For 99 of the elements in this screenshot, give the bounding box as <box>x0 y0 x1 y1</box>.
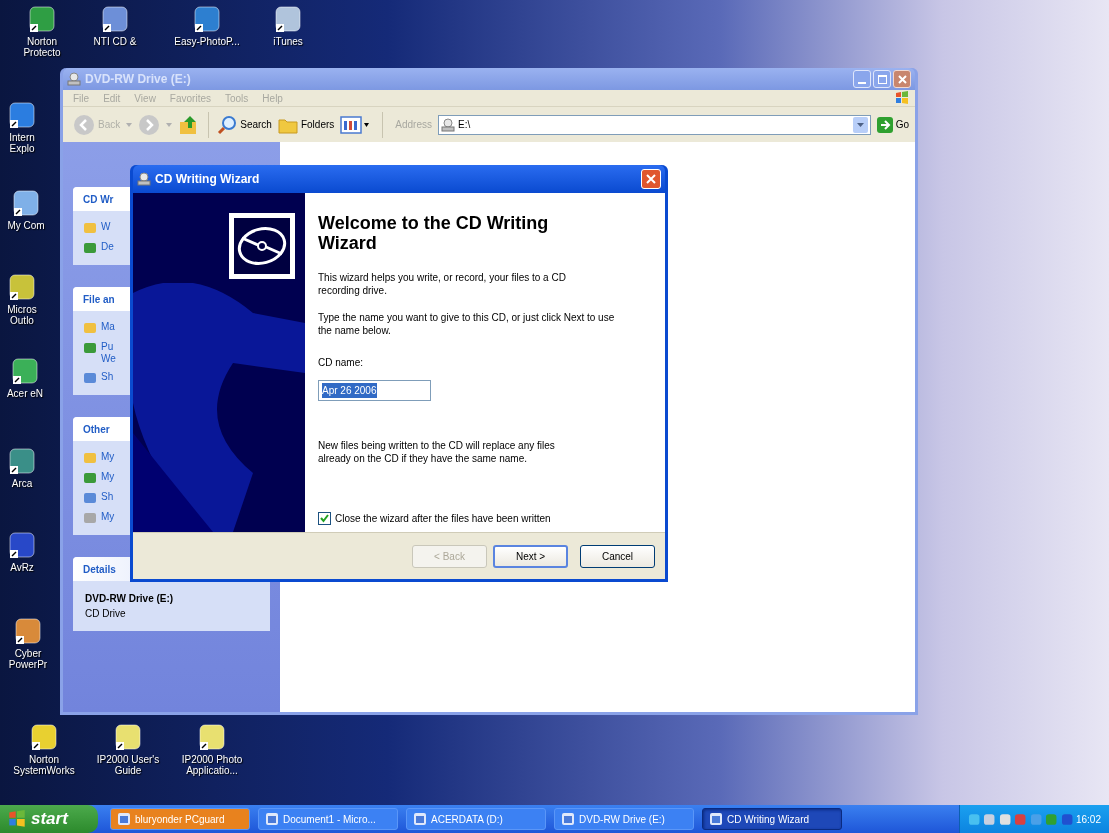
window-icon <box>413 812 427 826</box>
program-icon <box>11 188 41 218</box>
task-icon <box>83 321 97 335</box>
section-title[interactable]: Details <box>83 561 116 577</box>
task-icon <box>83 371 97 385</box>
warning-text: New files being written to the CD will replace any files already on the CD if they have the same name. <box>318 439 556 465</box>
program-icon <box>7 100 37 130</box>
close-button[interactable] <box>893 70 911 88</box>
caret-icon <box>856 122 864 127</box>
desktop-icon-label[interactable]: Norton Protecto <box>23 36 61 58</box>
program-icon <box>7 446 37 476</box>
program-icon <box>10 356 40 386</box>
task-icon <box>83 451 97 465</box>
views-icon[interactable] <box>340 114 371 135</box>
desktop-icon-label[interactable]: My Com <box>7 220 45 231</box>
desktop-icon-label[interactable]: Norton SystemWorks <box>13 754 75 776</box>
task-icon <box>83 511 97 525</box>
program-icon <box>7 530 37 560</box>
taskbar-button[interactable]: DVD-RW Drive (E:) <box>554 808 694 830</box>
cd-name-label: CD name: <box>318 356 364 370</box>
search-icon <box>217 114 238 135</box>
desktop-icon-label[interactable]: Intern Explo <box>9 132 35 154</box>
windows-logo-icon <box>895 91 909 105</box>
window-icon <box>265 812 279 826</box>
window-icon <box>561 812 575 826</box>
task-icon <box>83 471 97 485</box>
close-icon <box>897 74 907 84</box>
tray-icon[interactable] <box>968 812 981 826</box>
checkbox[interactable] <box>318 512 331 525</box>
clock: 16:02 <box>1075 812 1102 827</box>
dialog-button[interactable]: Next > <box>493 544 568 568</box>
taskbar-button[interactable]: Document1 - Micro... <box>258 808 398 830</box>
task-link[interactable]: Ma <box>101 321 115 333</box>
go-button[interactable]: Go <box>876 116 909 133</box>
program-icon <box>27 4 57 34</box>
address-field[interactable]: E:\ <box>437 114 871 135</box>
folders-button[interactable]: Folders <box>277 115 335 134</box>
task-icon <box>83 341 97 355</box>
tray-icon[interactable] <box>1060 812 1073 826</box>
close-icon <box>646 174 656 184</box>
tray-icon[interactable] <box>983 812 996 826</box>
wizard-heading: Welcome to the CD Writing Wizard <box>318 213 550 253</box>
task-link[interactable]: De <box>101 241 114 253</box>
checkbox-label[interactable]: Close the wizard after the files have been written <box>335 511 551 526</box>
search-button[interactable]: Search <box>217 114 272 135</box>
minimize-button[interactable] <box>853 70 871 88</box>
program-icon <box>113 722 143 752</box>
field-value: Apr 26 2006 <box>322 383 377 398</box>
drive-name: DVD-RW Drive (E:) <box>85 592 175 606</box>
dropdown-arrow-icon[interactable] <box>126 122 133 127</box>
cd-icon <box>229 213 295 279</box>
tray-icon[interactable] <box>1014 812 1027 826</box>
task-icon <box>83 221 97 235</box>
windows-logo-icon <box>8 810 26 828</box>
window-icon <box>117 812 131 826</box>
desktop-icon-label[interactable]: IP2000 User's Guide <box>96 754 160 776</box>
tray-icon[interactable] <box>998 812 1012 826</box>
task-link[interactable]: Sh <box>101 491 114 503</box>
desktop-icon-label[interactable]: NTI CD & <box>93 36 137 47</box>
taskbar-button[interactable]: ACERDATA (D:) <box>406 808 546 830</box>
desktop-icon-label[interactable]: Easy-PhotoP... <box>174 36 240 47</box>
window-title: DVD-RW Drive (E:) <box>85 71 191 88</box>
program-icon <box>29 722 59 752</box>
address-dropdown-button[interactable] <box>852 116 868 133</box>
address-label: Address <box>395 118 432 132</box>
desktop-icon-label[interactable]: Acer eN <box>6 388 44 399</box>
desktop-icon-label[interactable]: Arca <box>11 478 33 489</box>
task-link[interactable]: Sh <box>101 371 114 383</box>
dialog-title: CD Writing Wizard <box>155 171 260 188</box>
task-link[interactable]: My <box>101 471 115 483</box>
desktop-icon-label[interactable]: Micros Outlo <box>7 304 37 326</box>
program-icon <box>13 616 43 646</box>
task-icon <box>83 241 97 255</box>
task-icon <box>83 491 97 505</box>
desktop-icon-label[interactable]: AvRz <box>10 562 34 573</box>
maximize-button[interactable] <box>873 70 891 88</box>
task-link[interactable]: My <box>101 451 115 463</box>
dialog-button[interactable]: Cancel <box>580 544 655 568</box>
window-icon <box>709 812 723 826</box>
task-link[interactable]: Pu We <box>101 341 116 365</box>
intro-text: This wizard helps you write, or record, your files to a CD recording drive. <box>318 271 567 297</box>
taskbar-button[interactable]: CD Writing Wizard <box>702 808 842 830</box>
dropdown-arrow-icon[interactable] <box>166 122 173 127</box>
go-arrow-icon <box>876 116 893 133</box>
program-icon <box>192 4 222 34</box>
program-icon <box>7 272 37 302</box>
cd-name-field[interactable]: Apr 26 2006 <box>318 380 431 401</box>
task-link[interactable]: My <box>101 511 115 523</box>
tray-icon[interactable] <box>1029 812 1043 826</box>
instruction-text: Type the name you want to give to this CD, or just click Next to use the name below. <box>318 311 616 337</box>
desktop-icon-label[interactable]: iTunes <box>273 36 303 47</box>
program-icon <box>197 722 227 752</box>
program-icon <box>100 4 130 34</box>
drive-type: CD Drive <box>85 607 127 621</box>
start-button[interactable]: start <box>0 805 98 833</box>
program-icon <box>273 4 303 34</box>
desktop-icon-label[interactable]: IP2000 Photo Applicatio... <box>181 754 243 776</box>
desktop-icon-label[interactable]: Cyber PowerPr <box>8 648 48 670</box>
task-link[interactable]: W <box>101 221 111 233</box>
